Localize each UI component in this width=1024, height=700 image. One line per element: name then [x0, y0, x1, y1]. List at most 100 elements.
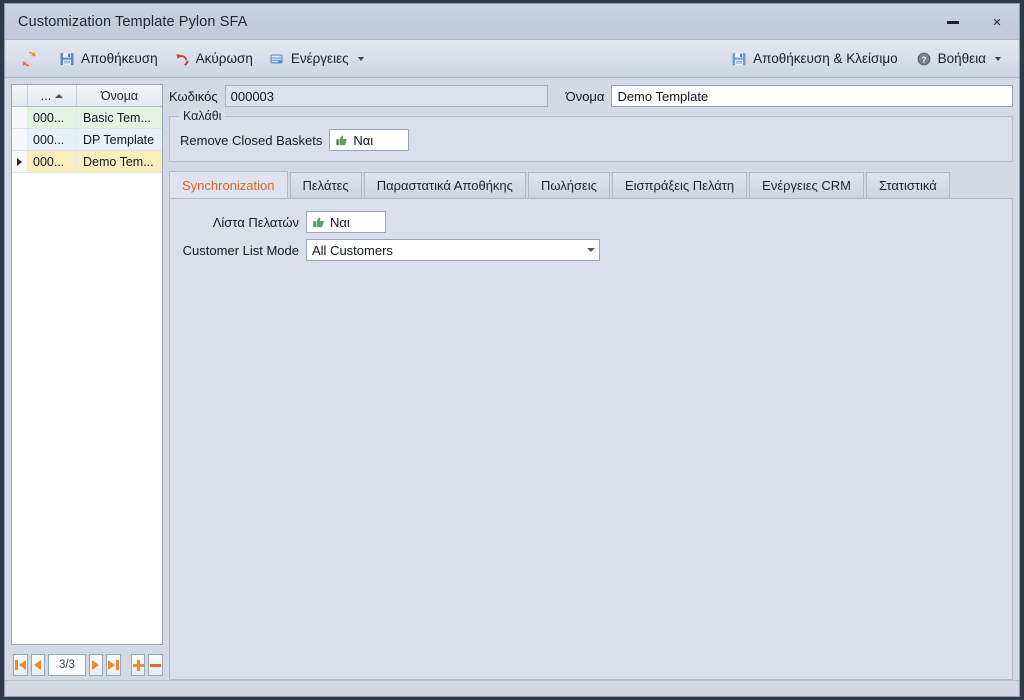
tab-statistics-label: Στατιστικά: [878, 178, 937, 193]
thumbs-up-icon: [335, 134, 348, 147]
toolbar-right-group: Αποθήκευση & Κλείσιμο ? Βοήθεια: [723, 45, 1009, 73]
window-title: Customization Template Pylon SFA: [18, 13, 248, 30]
cancel-button[interactable]: Ακύρωση: [166, 45, 261, 73]
title-bar: Customization Template Pylon SFA ×: [5, 4, 1019, 40]
refresh-icon: [21, 51, 37, 67]
row-indicator: [12, 129, 28, 150]
main-toolbar: Αποθήκευση Ακύρωση Ενέργειες Αποθήκευση …: [5, 40, 1019, 78]
grid-column-code-label: ...: [40, 88, 52, 103]
tab-crm-actions-label: Ενέργειες CRM: [762, 178, 851, 193]
tab-strip: Synchronization Πελάτες Παραστατικά Αποθ…: [169, 171, 1013, 198]
actions-menu-button[interactable]: Ενέργειες: [261, 45, 372, 73]
templates-panel: ... Όνομα 000... Basic Tem... 000... DP …: [11, 84, 164, 680]
name-input[interactable]: Demo Template: [611, 85, 1013, 107]
last-record-icon: [108, 660, 119, 670]
help-button[interactable]: ? Βοήθεια: [908, 45, 1009, 73]
application-window: Customization Template Pylon SFA × Αποθή…: [4, 3, 1020, 697]
previous-record-icon: [34, 660, 42, 670]
save-and-close-button[interactable]: Αποθήκευση & Κλείσιμο: [723, 45, 906, 73]
refresh-button[interactable]: [13, 45, 51, 73]
help-icon: ?: [916, 51, 932, 67]
customer-list-row: Λίστα Πελατών Ναι: [180, 211, 1002, 233]
customer-list-mode-label: Customer List Mode: [182, 242, 299, 258]
tab-warehouse-documents[interactable]: Παραστατικά Αποθήκης: [363, 172, 526, 198]
tab-customers[interactable]: Πελάτες: [289, 172, 362, 198]
nav-previous-button[interactable]: [30, 654, 46, 676]
tab-statistics[interactable]: Στατιστικά: [865, 172, 950, 198]
minimize-icon: [947, 20, 959, 24]
code-label: Κωδικός: [169, 88, 218, 104]
grid-header-indicator: [12, 85, 28, 106]
tab-sales[interactable]: Πωλήσεις: [527, 172, 610, 198]
add-record-button[interactable]: [130, 654, 146, 676]
table-row[interactable]: 000... DP Template: [12, 129, 162, 151]
chevron-down-icon: [357, 56, 364, 61]
customer-list-mode-select[interactable]: All Customers: [306, 239, 600, 261]
tab-synchronization[interactable]: Synchronization: [169, 171, 288, 198]
current-row-arrow-icon: [17, 157, 22, 166]
tab-customers-label: Πελάτες: [302, 178, 349, 193]
code-input[interactable]: 000003: [224, 85, 548, 107]
nav-last-button[interactable]: [106, 654, 121, 676]
record-navigator: 3/3: [11, 650, 164, 680]
row-code: 000...: [28, 107, 77, 128]
next-record-icon: [92, 660, 100, 670]
tab-warehouse-documents-label: Παραστατικά Αποθήκης: [376, 178, 513, 193]
tab-synchronization-label: Synchronization: [182, 177, 275, 193]
table-row-selected[interactable]: 000... Demo Tem...: [12, 151, 162, 173]
name-label: Όνομα: [565, 88, 605, 104]
row-name: Basic Tem...: [83, 110, 151, 125]
window-body: ... Όνομα 000... Basic Tem... 000... DP …: [5, 78, 1019, 680]
remove-closed-baskets-label: Remove Closed Baskets: [180, 132, 323, 148]
grid-rows: 000... Basic Tem... 000... DP Template 0…: [12, 107, 162, 644]
save-button[interactable]: Αποθήκευση: [51, 45, 166, 73]
cancel-label: Ακύρωση: [195, 51, 253, 66]
undo-icon: [174, 51, 190, 67]
row-code: 000...: [28, 129, 77, 150]
remove-closed-baskets-row: Remove Closed Baskets Ναι: [180, 129, 1002, 151]
row-indicator: [12, 107, 28, 128]
grid-column-name-label: Όνομα: [100, 88, 139, 103]
grid-column-name[interactable]: Όνομα: [77, 85, 162, 106]
remove-record-button[interactable]: [148, 654, 164, 676]
grid-column-code[interactable]: ...: [28, 85, 77, 106]
basket-group: Καλάθι Remove Closed Baskets Ναι: [169, 109, 1013, 162]
remove-closed-baskets-value: Ναι: [353, 132, 374, 148]
save-label: Αποθήκευση: [81, 51, 158, 66]
first-record-icon: [15, 660, 26, 670]
templates-grid[interactable]: ... Όνομα 000... Basic Tem... 000... DP …: [11, 84, 163, 645]
tab-crm-actions[interactable]: Ενέργειες CRM: [749, 172, 864, 198]
row-indicator: [12, 151, 28, 172]
help-label: Βοήθεια: [937, 51, 986, 66]
basket-group-title: Καλάθι: [179, 109, 226, 123]
combo-chevron-down-icon[interactable]: [582, 240, 599, 260]
help-chevron-down-icon: [995, 56, 1001, 61]
table-row[interactable]: 000... Basic Tem...: [12, 107, 162, 129]
customer-list-field[interactable]: Ναι: [306, 211, 386, 233]
nav-first-button[interactable]: [13, 654, 28, 676]
synchronization-panel: Λίστα Πελατών Ναι Customer List Mode All…: [169, 198, 1013, 680]
save-and-close-label: Αποθήκευση & Κλείσιμο: [753, 51, 898, 66]
record-position[interactable]: 3/3: [48, 654, 86, 676]
tab-customer-receipts[interactable]: Εισπράξεις Πελάτη: [611, 172, 748, 198]
close-button[interactable]: ×: [975, 7, 1019, 37]
actions-label: Ενέργειες: [290, 51, 349, 66]
row-name: DP Template: [83, 132, 155, 147]
tab-sales-label: Πωλήσεις: [540, 178, 597, 193]
customer-list-mode-value: All Customers: [312, 242, 393, 258]
plus-icon: [132, 659, 144, 671]
minimize-button[interactable]: [931, 7, 975, 37]
remove-closed-baskets-field[interactable]: Ναι: [329, 129, 410, 151]
detail-panel: Κωδικός 000003 Όνομα Demo Template Καλάθ…: [169, 84, 1013, 680]
tab-customer-receipts-label: Εισπράξεις Πελάτη: [624, 178, 735, 193]
row-name: Demo Tem...: [83, 154, 154, 169]
window-controls: ×: [931, 4, 1019, 40]
nav-next-button[interactable]: [88, 654, 104, 676]
save-close-icon: [731, 51, 747, 67]
thumbs-up-icon: [312, 216, 325, 229]
header-fields-row: Κωδικός 000003 Όνομα Demo Template: [169, 84, 1013, 108]
customer-list-label: Λίστα Πελατών: [212, 214, 299, 230]
minus-icon: [150, 663, 162, 667]
detail-tabs: Synchronization Πελάτες Παραστατικά Αποθ…: [169, 171, 1013, 680]
svg-text:?: ?: [921, 55, 926, 64]
